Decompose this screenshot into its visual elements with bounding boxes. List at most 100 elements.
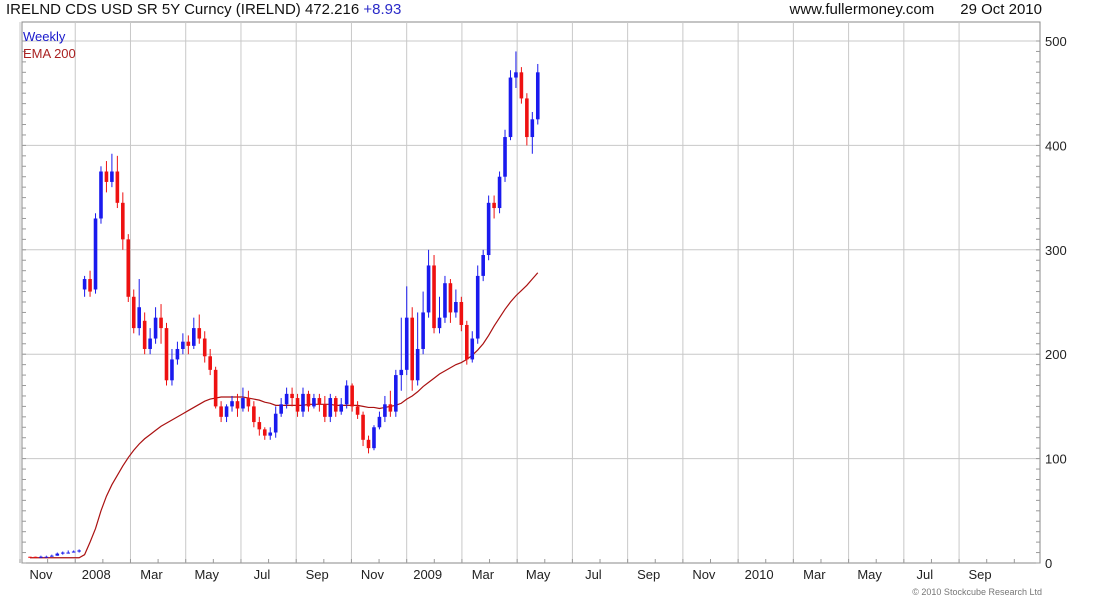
candle [465, 320, 469, 365]
y-tick-label: 200 [1045, 347, 1067, 362]
chart-title: IRELND CDS USD SR 5Y Curncy (IRELND) 472… [6, 1, 401, 18]
chart-date: 29 Oct 2010 [960, 1, 1042, 18]
candle-body [104, 171, 109, 182]
x-tick-label: Nov [29, 567, 53, 582]
candle-body [465, 324, 469, 360]
candle-body [142, 320, 147, 349]
legend-weekly: Weekly [23, 29, 66, 44]
x-tick-label: Sep [637, 567, 660, 582]
candle-body [317, 398, 322, 405]
candle [432, 255, 436, 334]
candle-body [44, 556, 49, 558]
candle-body [170, 359, 174, 381]
candle-body [197, 328, 202, 339]
candle-body [71, 551, 76, 553]
candle-body [426, 265, 431, 313]
candle-body [208, 356, 212, 370]
candle-body [295, 398, 300, 412]
candle-body [443, 283, 447, 318]
candle [164, 322, 169, 386]
candle-body [213, 369, 218, 407]
x-tick-label: Jul [917, 567, 934, 582]
legend-ema: EMA 200 [23, 46, 76, 61]
candle [486, 195, 491, 261]
y-tick-label: 100 [1045, 452, 1067, 467]
y-tick-label: 300 [1045, 243, 1067, 258]
x-tick-label: Mar [472, 567, 495, 582]
candle-body [383, 404, 387, 417]
y-tick-label: 500 [1045, 34, 1067, 49]
candle-body [448, 283, 453, 313]
x-tick-label: May [526, 567, 551, 582]
site-link[interactable]: www.fullermoney.com [790, 1, 935, 18]
candle-body [164, 328, 169, 381]
x-tick-label: Jul [585, 567, 602, 582]
x-tick-label: Mar [140, 567, 163, 582]
candle-body [28, 556, 32, 558]
candle-body [470, 338, 475, 360]
candle [99, 166, 103, 224]
change-value: +8.93 [363, 1, 402, 18]
candle [508, 70, 513, 141]
candle-body [344, 385, 349, 405]
candle [394, 369, 398, 417]
x-tick-label: 2008 [82, 567, 111, 582]
candle-body [415, 348, 420, 381]
candle-body [192, 328, 196, 346]
candle-body [131, 296, 136, 329]
candle-body [312, 398, 316, 407]
candle-body [55, 553, 60, 556]
x-tick-label: Nov [692, 567, 716, 582]
x-tick-label: Nov [361, 567, 385, 582]
chart-canvas: 0 100 200 300 400 500 Nov 2008 Mar May Jul Sep Nov 2… [19, 21, 1067, 582]
x-tick-label: 2009 [413, 567, 442, 582]
candle-body [148, 338, 152, 349]
candle-body [388, 404, 393, 412]
candle-body [394, 375, 398, 412]
candle-body [39, 556, 43, 558]
x-tick-label: May [857, 567, 882, 582]
candle-body [432, 265, 436, 329]
candle-body [492, 202, 496, 209]
candle [497, 171, 502, 214]
candle-body [290, 393, 294, 399]
candle [410, 307, 414, 391]
candle-body [333, 398, 338, 412]
candle-body [268, 432, 273, 436]
candle-body [301, 393, 305, 412]
candle-body [186, 341, 191, 346]
candle-body [503, 137, 507, 177]
candle-body [459, 302, 464, 325]
x-axis: Nov 2008 Mar May Jul Sep Nov 2009 Mar May Jul Sep No… [29, 567, 991, 582]
candle-body [284, 393, 289, 405]
candle-body [328, 398, 333, 417]
candle [93, 213, 98, 294]
candle-body [82, 279, 87, 290]
x-tick-label: Sep [306, 567, 329, 582]
candle-body [93, 218, 98, 290]
x-tick-label: May [194, 567, 219, 582]
candle-body [115, 171, 120, 203]
candle-body [279, 404, 283, 414]
candle-body [519, 72, 524, 99]
candle-body [230, 401, 234, 407]
candle-body [355, 406, 360, 415]
candle [503, 129, 507, 182]
candle-body [273, 413, 278, 433]
candle [475, 265, 480, 344]
candle-body [454, 302, 458, 313]
candle-body [159, 317, 163, 329]
candle-body [486, 202, 491, 256]
candle-body [323, 404, 327, 417]
y-tick-label: 400 [1045, 138, 1067, 153]
candle-body [481, 255, 485, 276]
candle-body [262, 429, 267, 436]
candle [535, 63, 540, 125]
candle-body [246, 398, 251, 407]
candle-body [366, 439, 371, 449]
candle-body [535, 72, 540, 120]
candle-body [475, 275, 480, 339]
candle-body [350, 385, 354, 407]
candle-body [241, 398, 245, 409]
candle-body [121, 202, 125, 240]
